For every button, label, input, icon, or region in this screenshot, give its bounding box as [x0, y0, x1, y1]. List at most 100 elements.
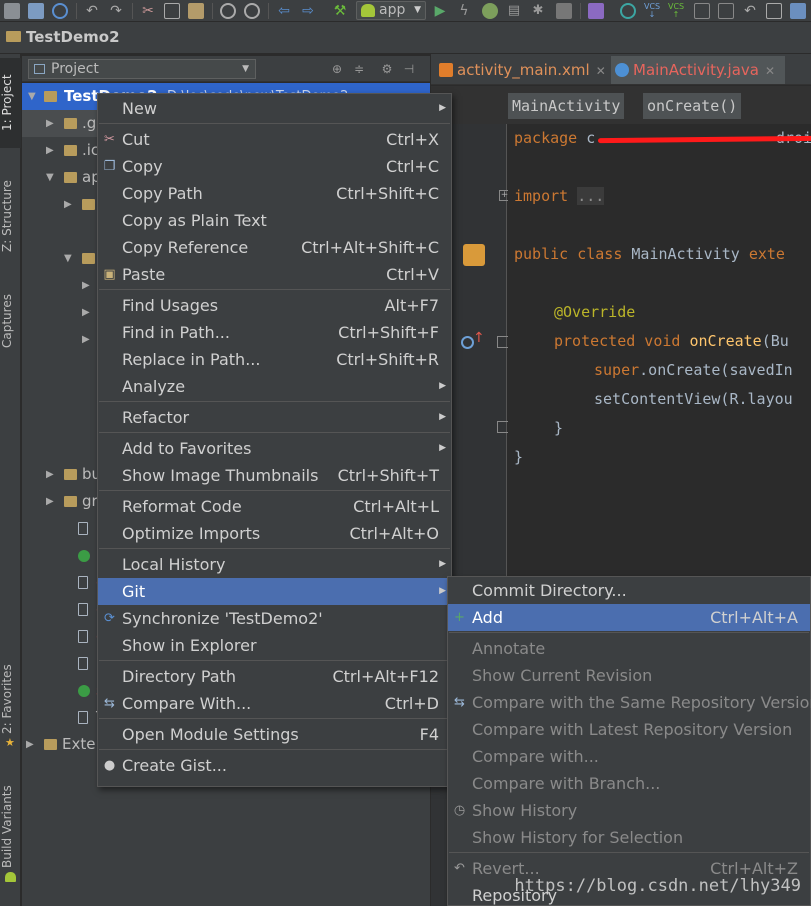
- folded-code[interactable]: ...: [577, 187, 605, 205]
- toolbar-separator: [132, 3, 133, 19]
- menu-item-add-to-favorites[interactable]: Add to Favorites ▶: [98, 435, 451, 462]
- plus-icon: +: [454, 610, 465, 625]
- collapse-arrow-icon[interactable]: ▶: [82, 299, 90, 326]
- stop-icon[interactable]: [556, 3, 572, 19]
- code-line: @Override: [554, 298, 635, 327]
- menu-item-compare-with[interactable]: ⇆ Compare With... Ctrl+D: [98, 690, 451, 717]
- code-line: }: [514, 448, 524, 466]
- crumb-method[interactable]: onCreate(): [643, 93, 742, 119]
- close-icon[interactable]: ✕: [596, 64, 606, 78]
- editor-breadcrumbs: MainActivity onCreate(): [431, 86, 811, 124]
- sdk-manager-icon[interactable]: [790, 3, 806, 19]
- copy-icon[interactable]: [164, 3, 180, 19]
- tool-tab-captures[interactable]: Captures: [0, 280, 21, 362]
- avd-manager-icon[interactable]: [588, 3, 604, 19]
- menu-item-replace-in-path[interactable]: Replace in Path... Ctrl+Shift+R: [98, 346, 451, 373]
- menu-item-copy-path[interactable]: Copy Path Ctrl+Shift+C: [98, 180, 451, 207]
- menu-item-create-gist[interactable]: ● Create Gist...: [98, 752, 451, 779]
- collapse-arrow-icon[interactable]: ▶: [46, 461, 54, 488]
- collapse-arrow-icon[interactable]: ▶: [82, 326, 90, 353]
- menu-item-directory-path[interactable]: Directory Path Ctrl+Alt+F12: [98, 663, 451, 690]
- back-icon[interactable]: ⇦: [276, 3, 292, 19]
- collapse-arrow-icon[interactable]: ▶: [46, 137, 54, 164]
- expand-arrow-icon[interactable]: ▼: [28, 83, 36, 110]
- tool-tab-structure[interactable]: Z: Structure: [0, 164, 21, 269]
- collapse-arrow-icon[interactable]: ▶: [46, 488, 54, 515]
- menu-item-analyze[interactable]: Analyze ▶: [98, 373, 451, 400]
- vcs-compare-icon[interactable]: [718, 3, 734, 19]
- vcs-history-icon[interactable]: [694, 3, 710, 19]
- menu-item-refactor[interactable]: Refactor ▶: [98, 404, 451, 431]
- tool-tab-favorites[interactable]: 2: Favorites: [0, 654, 21, 744]
- crumb-class[interactable]: MainActivity: [508, 93, 625, 119]
- vcs-commit-icon[interactable]: VCS ↑: [668, 3, 684, 19]
- menu-item-add[interactable]: + Add Ctrl+Alt+A: [448, 604, 810, 631]
- save-icon[interactable]: [28, 3, 44, 19]
- menu-item-find-usages[interactable]: Find Usages Alt+F7: [98, 292, 451, 319]
- collapse-arrow-icon[interactable]: ▶: [64, 191, 72, 218]
- forward-icon[interactable]: ⇨: [300, 3, 316, 19]
- sync-icon[interactable]: [52, 3, 68, 19]
- menu-item-label: Show History for Selection: [472, 828, 684, 847]
- menu-item-copy-reference[interactable]: Copy Reference Ctrl+Alt+Shift+C: [98, 234, 451, 261]
- menu-item-copy-as-plain-text[interactable]: Copy as Plain Text: [98, 207, 451, 234]
- menu-item-copy[interactable]: ❐ Copy Ctrl+C: [98, 153, 451, 180]
- scroll-from-source-icon[interactable]: ⊕: [330, 62, 344, 76]
- tab-activity-main-xml[interactable]: activity_main.xml ✕: [435, 56, 606, 84]
- project-view-label: Project: [51, 61, 99, 77]
- tab-main-activity-java[interactable]: MainActivity.java ✕: [611, 56, 786, 84]
- collapse-all-icon[interactable]: ≑: [352, 62, 366, 76]
- gradle-icon: [78, 685, 90, 697]
- collapse-arrow-icon[interactable]: ▶: [46, 110, 54, 137]
- redo-icon[interactable]: ↷: [108, 3, 124, 19]
- collapse-arrow-icon[interactable]: ▶: [26, 731, 34, 758]
- compare-icon: ⇆: [104, 696, 115, 711]
- close-icon[interactable]: ✕: [765, 64, 775, 78]
- find-icon[interactable]: [220, 3, 236, 19]
- menu-item-label: Add: [472, 608, 503, 627]
- project-panel-header: Project ▼ ⊕ ≑ ⚙ ⊣: [22, 56, 430, 82]
- code-token: package: [514, 129, 578, 147]
- menu-item-git[interactable]: Git ▶: [98, 578, 451, 605]
- menu-item-synchronize-testdemo2[interactable]: ⟳ Synchronize 'TestDemo2': [98, 605, 451, 632]
- collapse-arrow-icon[interactable]: ▶: [82, 272, 90, 299]
- undo-icon[interactable]: ↶: [84, 3, 100, 19]
- run-configuration-select[interactable]: app ▼: [356, 1, 426, 20]
- attach-debugger-icon[interactable]: ✱: [530, 3, 546, 19]
- menu-item-show-in-explorer[interactable]: Show in Explorer: [98, 632, 451, 659]
- expand-arrow-icon[interactable]: ▼: [46, 164, 54, 191]
- run-icon[interactable]: ▶: [432, 3, 448, 19]
- project-view-select[interactable]: Project ▼: [28, 59, 256, 79]
- tool-tab-project[interactable]: 1: Project: [0, 58, 21, 148]
- vcs-update-icon[interactable]: VCS ↓: [644, 3, 660, 19]
- replace-icon[interactable]: [244, 3, 260, 19]
- breadcrumb[interactable]: TestDemo2: [6, 28, 120, 46]
- menu-item-optimize-imports[interactable]: Optimize Imports Ctrl+Alt+O: [98, 520, 451, 547]
- apply-changes-icon[interactable]: ϟ: [456, 3, 472, 19]
- menu-item-paste[interactable]: ▣ Paste Ctrl+V: [98, 261, 451, 288]
- layout-icon[interactable]: [463, 244, 485, 266]
- github-icon: ●: [103, 758, 116, 773]
- debug-icon[interactable]: [482, 3, 498, 19]
- gear-icon[interactable]: ⚙: [380, 62, 394, 76]
- hide-icon[interactable]: ⊣: [402, 62, 416, 76]
- expand-arrow-icon[interactable]: ▼: [64, 245, 72, 272]
- menu-item-cut[interactable]: ✂ Cut Ctrl+X: [98, 126, 451, 153]
- menu-item-show-image-thumbnails[interactable]: Show Image Thumbnails Ctrl+Shift+T: [98, 462, 451, 489]
- menu-item-reformat-code[interactable]: Reformat Code Ctrl+Alt+L: [98, 493, 451, 520]
- open-icon[interactable]: [4, 3, 20, 19]
- revert-icon[interactable]: ↶: [742, 3, 758, 19]
- menu-item-new[interactable]: New ▶: [98, 95, 451, 122]
- project-structure-icon[interactable]: [766, 3, 782, 19]
- menu-item-commit-directory[interactable]: Commit Directory...: [448, 577, 810, 604]
- tool-tab-build-variants[interactable]: Build Variants: [0, 772, 21, 882]
- menu-item-local-history[interactable]: Local History ▶: [98, 551, 451, 578]
- paste-icon[interactable]: [188, 3, 204, 19]
- make-project-icon[interactable]: ⚒: [332, 3, 348, 19]
- profile-icon[interactable]: ▤: [506, 3, 522, 19]
- sync-gradle-icon[interactable]: [620, 3, 636, 19]
- menu-item-find-in-path[interactable]: Find in Path... Ctrl+Shift+F: [98, 319, 451, 346]
- menu-item-open-module-settings[interactable]: Open Module Settings F4: [98, 721, 451, 748]
- cut-icon[interactable]: ✂: [140, 3, 156, 19]
- menu-separator: [99, 289, 450, 290]
